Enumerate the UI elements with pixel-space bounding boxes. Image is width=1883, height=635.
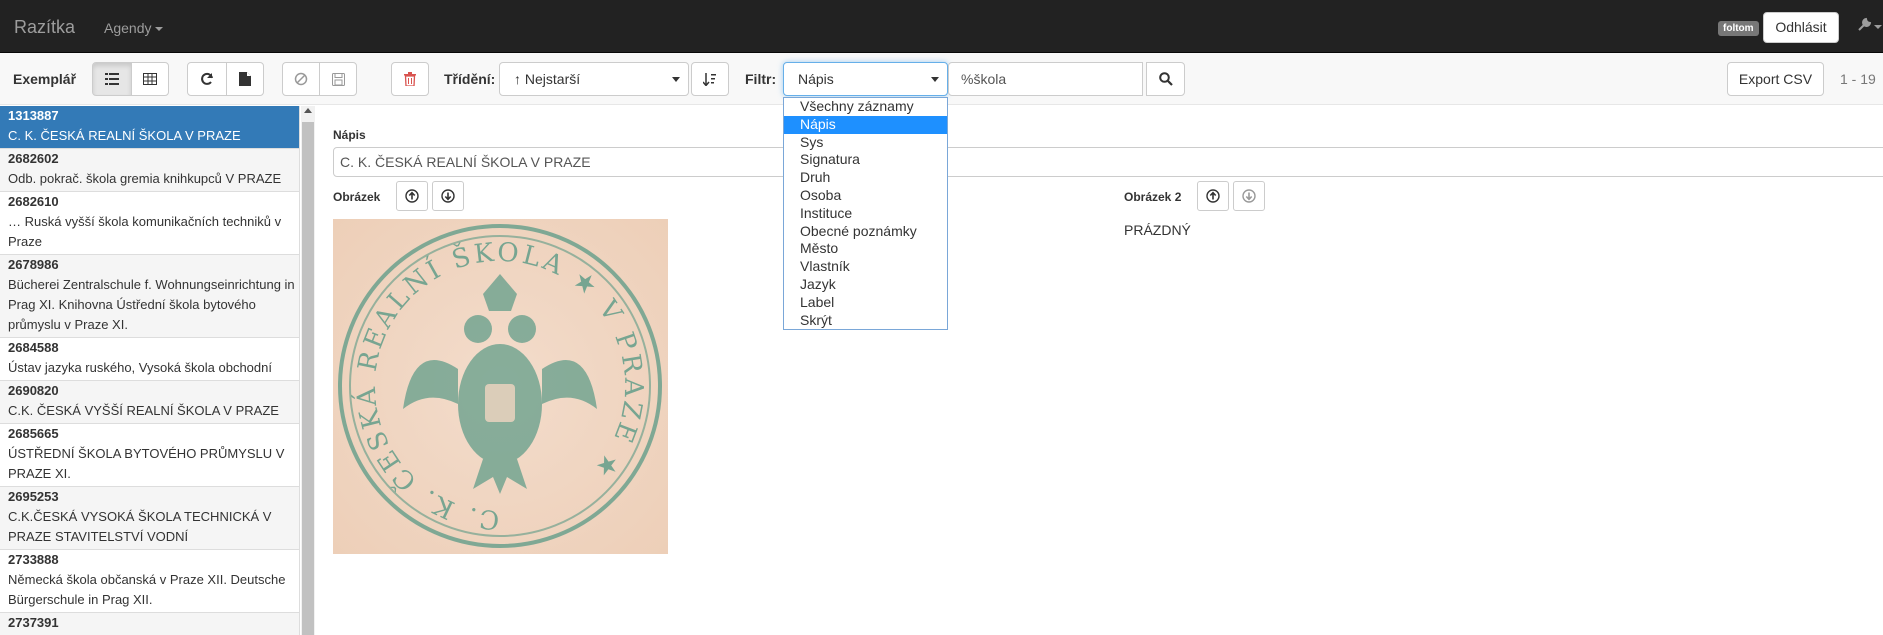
dropdown-option[interactable]: Signatura	[784, 151, 947, 169]
table-view-button[interactable]	[131, 62, 169, 96]
list-item[interactable]: 2684588 Ústav jazyka ruského, Vysoká škol…	[0, 338, 299, 381]
select-arrow-icon	[672, 77, 680, 82]
list-item[interactable]: 2678986 Bücherei Zentralschule f. Wohnung…	[0, 255, 299, 338]
dropdown-option[interactable]: Druh	[784, 169, 947, 187]
dropdown-option[interactable]: Město	[784, 240, 947, 258]
list-item-text: C.K. ČESKÁ VYŠŠÍ REALNÍ ŠKOLA V PRAZE	[8, 403, 279, 418]
table-icon	[143, 73, 157, 85]
agendy-label: Agendy	[104, 20, 152, 36]
list-item-id: 2690820	[8, 383, 59, 398]
napis-input[interactable]: C. K. ČESKÁ REALNÍ ŠKOLA V PRAZE	[333, 147, 1883, 177]
list-item[interactable]: 2690820 C.K. ČESKÁ VYŠŠÍ REALNÍ ŠKOLA V P…	[0, 381, 299, 424]
list-item-id: 1313887	[8, 108, 59, 123]
refresh-button[interactable]	[187, 62, 227, 96]
list-item-id: 2682610	[8, 194, 59, 209]
arrow-up-circle-icon	[1206, 189, 1220, 203]
list-item-text: C. K. ČESKÁ REALNÍ ŠKOLA V PRAZE	[8, 128, 241, 143]
dropdown-option[interactable]: Vlastník	[784, 258, 947, 276]
dropdown-option[interactable]: Osoba	[784, 187, 947, 205]
save-button[interactable]	[319, 62, 357, 96]
arrow-down-circle-icon	[441, 189, 455, 203]
dropdown-option[interactable]: Skrýt	[784, 312, 947, 330]
upload-image2-button[interactable]	[1197, 181, 1229, 211]
ban-icon	[294, 72, 308, 86]
list-item-id: 2682602	[8, 151, 59, 166]
napis-label: Nápis	[333, 128, 366, 142]
sort-order-icon	[703, 73, 716, 86]
upload-image-button[interactable]	[396, 181, 428, 211]
trash-icon	[404, 72, 416, 86]
list-item-id: 2685665	[8, 426, 59, 441]
list-item[interactable]: 2733888 Německá škola občanská v Praze XI…	[0, 550, 299, 613]
filter-value: Nápis	[798, 71, 834, 87]
list-item-text: Bücherei Zentralschule f. Wohnungseinric…	[8, 277, 295, 332]
dropdown-option[interactable]: Instituce	[784, 205, 947, 223]
dropdown-option[interactable]: Nápis	[784, 115, 947, 134]
select-arrow-icon	[931, 77, 939, 82]
stamp-image: C. K. ČESKÁ REALNÍ ŠKOLA ★ V PRAZE ★	[333, 219, 668, 554]
arrow-up-circle-icon	[405, 189, 419, 203]
user-badge: foltom	[1718, 21, 1759, 36]
list-item[interactable]: 2682602 Odb. pokrač. škola gremia knihkup…	[0, 149, 299, 192]
search-input[interactable]: %škola	[948, 62, 1143, 96]
delete-button[interactable]	[391, 62, 429, 96]
navbar: Razítka Agendy foltom Odhlásit	[0, 0, 1883, 53]
filter-dropdown: Všechny záznamy Nápis Sys Signatura Druh Osob…	[783, 97, 948, 330]
list-item-text: C.K.ČESKÁ VYSOKÁ ŠKOLA TECHNICKÁ V PRAZE…	[8, 509, 272, 544]
dropdown-option[interactable]: Label	[784, 294, 947, 312]
search-button[interactable]	[1146, 62, 1185, 96]
record-list: 1313887 C. K. ČESKÁ REALNÍ ŠKOLA V PRAZE 2…	[0, 106, 300, 635]
sort-select[interactable]: ↑ Nejstarší	[499, 62, 689, 96]
obrazek-label: Obrázek	[333, 190, 381, 204]
obrazek2-label: Obrázek 2	[1124, 190, 1182, 204]
sort-label: Třídění:	[444, 71, 496, 87]
download-image-button[interactable]	[432, 181, 464, 211]
scrollbar-thumb[interactable]	[302, 122, 314, 635]
image2-empty-text: PRÁZDNÝ	[1124, 222, 1191, 238]
list-item[interactable]: 2682610 … Ruská vyšší škola komunikačních…	[0, 192, 299, 255]
settings-caret-icon	[1874, 25, 1882, 29]
list-icon	[105, 73, 119, 85]
list-item[interactable]: 2685665 ÚSTŘEDNÍ ŠKOLA BYTOVÉHO PRŮMYSLU …	[0, 424, 299, 487]
scroll-up-icon[interactable]	[304, 108, 312, 113]
arrow-down-circle-icon	[1242, 189, 1256, 203]
refresh-icon	[201, 72, 213, 85]
app-brand[interactable]: Razítka	[14, 17, 75, 38]
list-item[interactable]: 2737391	[0, 613, 299, 635]
caret-down-icon	[155, 27, 164, 32]
list-item-id: 2733888	[8, 552, 59, 567]
exemplar-label: Exemplář	[13, 71, 77, 87]
search-icon	[1158, 72, 1173, 86]
sort-direction-button[interactable]	[691, 62, 729, 96]
filter-select[interactable]: Nápis	[783, 62, 948, 96]
export-csv-button[interactable]: Export CSV	[1727, 62, 1824, 96]
logout-button[interactable]: Odhlásit	[1763, 12, 1839, 43]
dropdown-option[interactable]: Jazyk	[784, 276, 947, 294]
agendy-menu[interactable]: Agendy	[104, 20, 164, 36]
list-item-text: Odb. pokrač. škola gremia knihkupců V PR…	[8, 171, 282, 186]
dropdown-option[interactable]: Obecné poznámky	[784, 223, 947, 241]
wrench-icon[interactable]	[1857, 16, 1873, 35]
sort-value: ↑ Nejstarší	[514, 71, 581, 87]
pager: 1 - 19	[1840, 71, 1876, 87]
cancel-button[interactable]	[282, 62, 320, 96]
list-item[interactable]: 1313887 C. K. ČESKÁ REALNÍ ŠKOLA V PRAZE	[0, 106, 299, 149]
list-item-text: … Ruská vyšší škola komunikačních techni…	[8, 214, 282, 249]
dropdown-option[interactable]: Všechny záznamy	[784, 98, 947, 116]
list-item-text: Ústav jazyka ruského, Vysoká škola obcho…	[8, 360, 272, 375]
list-item-id: 2678986	[8, 257, 59, 272]
list-item-id: 2737391	[8, 615, 59, 630]
floppy-icon	[331, 72, 345, 86]
new-record-button[interactable]	[226, 62, 264, 96]
list-item-text: Německá škola občanská v Praze XII. Deut…	[8, 572, 286, 607]
list-item-text: ÚSTŘEDNÍ ŠKOLA BYTOVÉHO PRŮMYSLU V PRAZE…	[8, 446, 285, 481]
dropdown-option[interactable]: Sys	[784, 134, 947, 152]
filter-label: Filtr:	[745, 71, 777, 87]
download-image2-button[interactable]	[1233, 181, 1265, 211]
file-icon	[239, 72, 251, 86]
list-item[interactable]: 2695253 C.K.ČESKÁ VYSOKÁ ŠKOLA TECHNICKÁ …	[0, 487, 299, 550]
list-item-id: 2695253	[8, 489, 59, 504]
list-view-button[interactable]	[92, 62, 132, 96]
list-item-id: 2684588	[8, 340, 59, 355]
